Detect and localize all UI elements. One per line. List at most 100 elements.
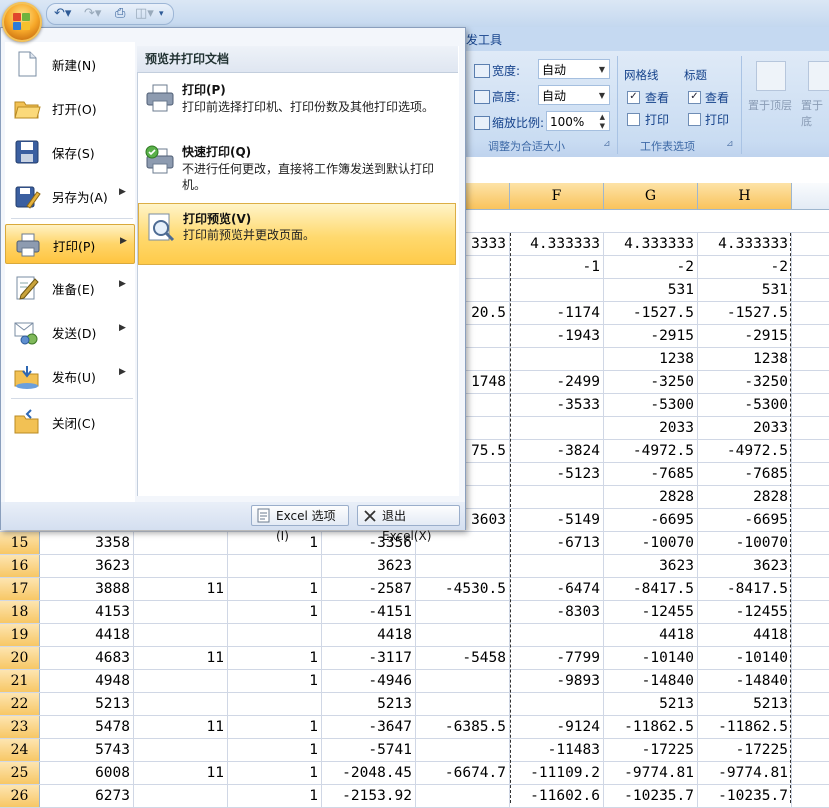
redo-icon[interactable]: ↷▾ <box>84 6 101 22</box>
cell-h[interactable]: 5213 <box>698 693 792 715</box>
cell-a[interactable]: 4948 <box>40 670 134 692</box>
cell-g[interactable]: -10140 <box>604 647 698 669</box>
cell-f[interactable]: -6474 <box>510 578 604 600</box>
cell-f[interactable] <box>510 279 604 301</box>
cell-h[interactable]: 3623 <box>698 555 792 577</box>
cell-f[interactable]: -7799 <box>510 647 604 669</box>
cell-f[interactable] <box>510 486 604 508</box>
cell-h[interactable]: -4972.5 <box>698 440 792 462</box>
gridlines-print-checkbox[interactable] <box>627 113 640 126</box>
cell-h[interactable]: -10070 <box>698 532 792 554</box>
send-to-back-button[interactable]: 置于底 <box>801 97 829 129</box>
column-header-g[interactable]: G <box>604 183 698 209</box>
cell-f[interactable]: -11109.2 <box>510 762 604 784</box>
cell-h[interactable]: -10140 <box>698 647 792 669</box>
cell-f[interactable]: -2499 <box>510 371 604 393</box>
cell-h[interactable]: 531 <box>698 279 792 301</box>
print-icon[interactable]: ⎙ <box>115 6 125 22</box>
customize-icon[interactable]: ▾ <box>159 6 164 22</box>
cell-f[interactable]: -1943 <box>510 325 604 347</box>
dialog-launcher-icon[interactable]: ⊿ <box>726 139 734 149</box>
headings-view-checkbox[interactable]: ✓ <box>688 91 701 104</box>
cell-f[interactable]: -3824 <box>510 440 604 462</box>
submenu-item-quick-print[interactable]: 快速打印(Q) 不进行任何更改，直接将工作簿发送到默认打印机。 <box>138 136 456 196</box>
row-header[interactable]: 21 <box>0 670 40 692</box>
cell-b[interactable] <box>134 555 228 577</box>
cell-f[interactable] <box>510 555 604 577</box>
cell-e[interactable]: -4530.5 <box>416 578 510 600</box>
cell-g[interactable]: -7685 <box>604 463 698 485</box>
dialog-launcher-icon[interactable]: ⊿ <box>603 139 611 149</box>
cell-e[interactable]: -6674.7 <box>416 762 510 784</box>
cell-a[interactable]: 5478 <box>40 716 134 738</box>
row-header[interactable]: 22 <box>0 693 40 715</box>
cell-g[interactable]: 2828 <box>604 486 698 508</box>
cell-g[interactable]: 1238 <box>604 348 698 370</box>
cell-h[interactable]: -14840 <box>698 670 792 692</box>
cell-g[interactable]: -11862.5 <box>604 716 698 738</box>
cell-g[interactable]: -12455 <box>604 601 698 623</box>
cell-d[interactable]: -5741 <box>322 739 416 761</box>
cell-c[interactable] <box>228 624 322 646</box>
cell-g[interactable]: -2915 <box>604 325 698 347</box>
cell-d[interactable]: -3117 <box>322 647 416 669</box>
excel-options-button[interactable]: Excel 选项(I) <box>251 505 349 543</box>
cell-h[interactable]: -17225 <box>698 739 792 761</box>
menu-item-publish[interactable]: 发布(U) ▶ <box>5 356 135 396</box>
cell-g[interactable]: -3250 <box>604 371 698 393</box>
cell-e[interactable] <box>416 693 510 715</box>
menu-item-prepare[interactable]: 准备(E) ▶ <box>5 268 135 308</box>
cell-e[interactable] <box>416 555 510 577</box>
cell-a[interactable]: 4418 <box>40 624 134 646</box>
cell-e[interactable]: -5458 <box>416 647 510 669</box>
column-header-h[interactable]: H <box>698 183 792 209</box>
height-combo[interactable]: 自动 ▼ <box>538 85 610 105</box>
cell-d[interactable]: -4151 <box>322 601 416 623</box>
cell-f[interactable]: -11483 <box>510 739 604 761</box>
cell-f[interactable]: -1 <box>510 256 604 278</box>
bring-to-front-icon[interactable] <box>756 61 786 91</box>
cell-c[interactable] <box>228 555 322 577</box>
menu-item-close[interactable]: 关闭(C) <box>5 402 135 442</box>
cell-b[interactable] <box>134 670 228 692</box>
row-header[interactable]: 20 <box>0 647 40 669</box>
menu-item-new[interactable]: 新建(N) <box>5 44 135 84</box>
cell-f[interactable] <box>510 624 604 646</box>
cell-g[interactable]: 3623 <box>604 555 698 577</box>
column-header-f[interactable]: F <box>510 183 604 209</box>
menu-item-send[interactable]: 发送(D) ▶ <box>5 312 135 352</box>
cell-f[interactable]: -5149 <box>510 509 604 531</box>
cell-c[interactable]: 1 <box>228 716 322 738</box>
cell-h[interactable]: -2 <box>698 256 792 278</box>
cell-a[interactable]: 6273 <box>40 785 134 807</box>
cell-h[interactable]: -3250 <box>698 371 792 393</box>
cell-c[interactable]: 1 <box>228 739 322 761</box>
cell-e[interactable] <box>416 624 510 646</box>
cell-d[interactable]: -2153.92 <box>322 785 416 807</box>
cell-b[interactable]: 11 <box>134 647 228 669</box>
cell-e[interactable] <box>416 785 510 807</box>
cell-e[interactable]: -6385.5 <box>416 716 510 738</box>
row-header[interactable]: 24 <box>0 739 40 761</box>
cell-d[interactable]: -3647 <box>322 716 416 738</box>
cell-b[interactable]: 11 <box>134 762 228 784</box>
cell-f[interactable]: -3533 <box>510 394 604 416</box>
cell-f[interactable]: 4.333333 <box>510 233 604 255</box>
cell-g[interactable]: -14840 <box>604 670 698 692</box>
headings-print-checkbox[interactable] <box>688 113 701 126</box>
cell-g[interactable]: 5213 <box>604 693 698 715</box>
cell-e[interactable] <box>416 670 510 692</box>
width-combo[interactable]: 自动 ▼ <box>538 59 610 79</box>
cell-c[interactable]: 1 <box>228 762 322 784</box>
menu-item-save[interactable]: 保存(S) <box>5 132 135 172</box>
cell-h[interactable]: -8417.5 <box>698 578 792 600</box>
cell-e[interactable] <box>416 739 510 761</box>
cell-f[interactable]: -1174 <box>510 302 604 324</box>
cell-a[interactable]: 6008 <box>40 762 134 784</box>
cell-e[interactable] <box>416 601 510 623</box>
undo-icon[interactable]: ↶▾ <box>54 6 71 22</box>
exit-excel-button[interactable]: 退出 Excel(X) <box>357 505 460 543</box>
submenu-item-print-preview[interactable]: 打印预览(V) 打印前预览并更改页面。 <box>138 203 456 265</box>
bring-to-front-button[interactable]: 置于顶层 <box>748 97 792 113</box>
cell-h[interactable]: -2915 <box>698 325 792 347</box>
